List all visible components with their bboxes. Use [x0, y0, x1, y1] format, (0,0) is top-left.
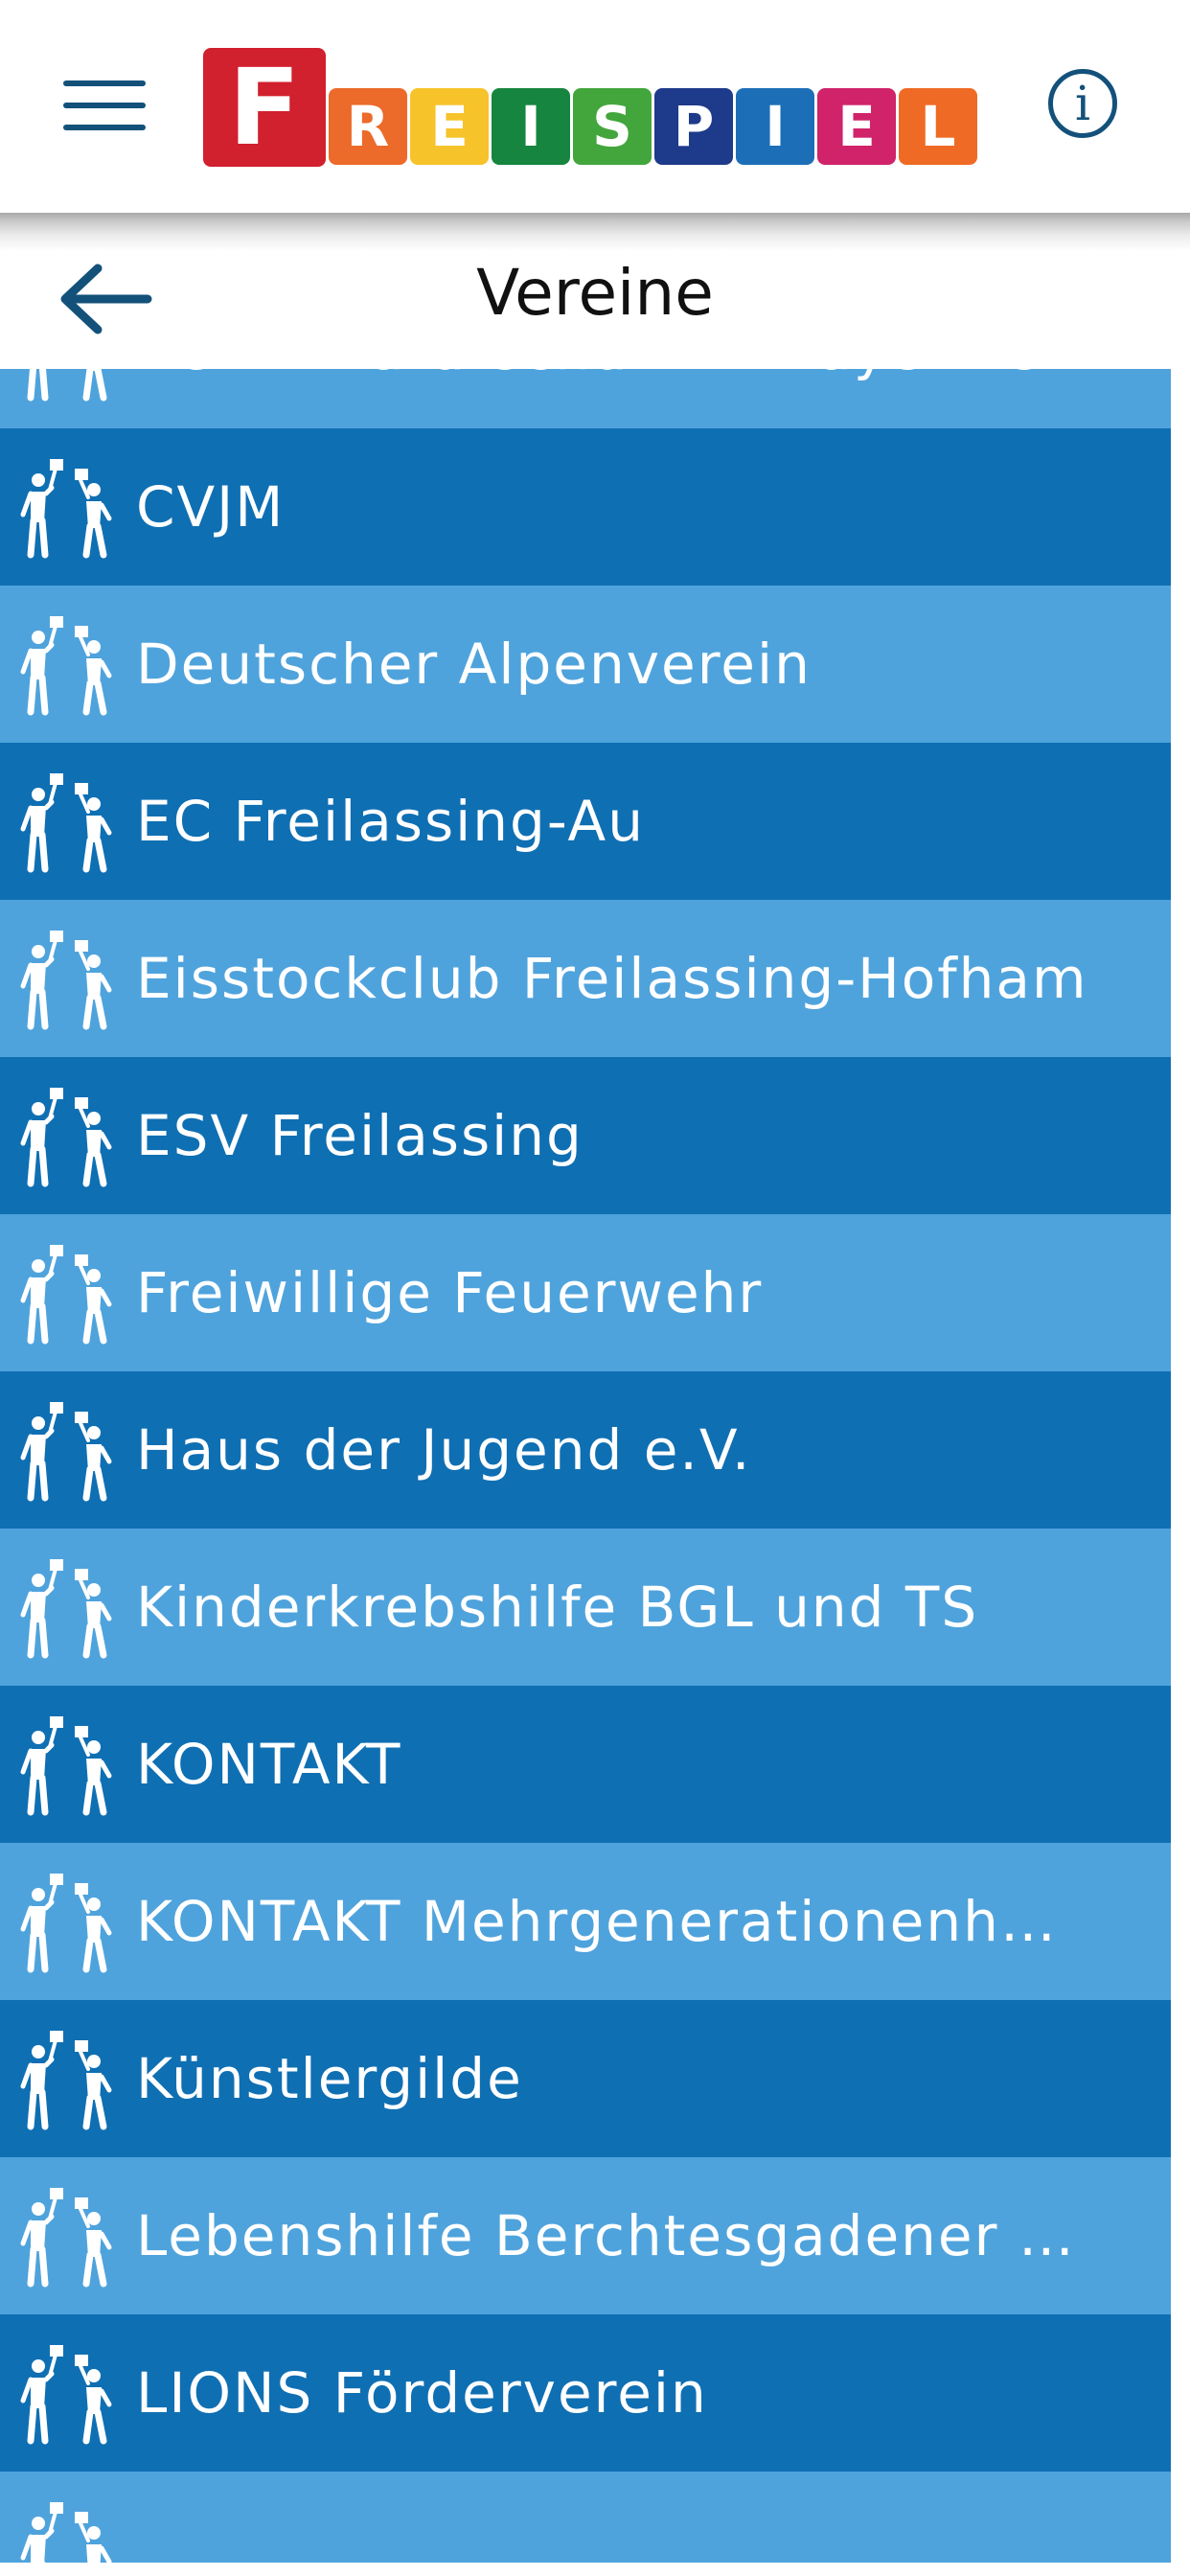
two-people-with-signs-icon	[15, 1398, 121, 1504]
logo-tile: R	[329, 88, 407, 165]
verein-name: Kinderkrebshilfe BGL und TS	[136, 1575, 979, 1640]
verein-list-item[interactable]: Haus der Jugend e.V.	[0, 1371, 1171, 1529]
two-people-with-signs-icon	[15, 927, 121, 1032]
verein-list-item[interactable]: Lebenshilfe Berchtesgadener …	[0, 2157, 1171, 2314]
two-people-with-signs-icon	[15, 770, 121, 875]
menu-bar-bottom	[63, 125, 146, 130]
verein-name: BUND Naturschutz in Bayern e.V.	[136, 369, 1152, 428]
verein-name: Deutscher Alpenverein	[136, 632, 812, 697]
two-people-with-signs-icon	[15, 369, 121, 403]
logo-tile: I	[492, 88, 570, 165]
menu-bar-middle	[63, 103, 146, 108]
verein-list-item[interactable]: Deutscher Alpenverein	[0, 586, 1171, 743]
two-people-with-signs-icon	[15, 2027, 121, 2132]
menu-bar-top	[63, 80, 146, 86]
verein-list-item[interactable]: LIONS Förderverein	[0, 2314, 1171, 2472]
header-shadow	[0, 213, 1190, 251]
logo-tile: E	[817, 88, 896, 165]
verein-name: Künstlergilde	[136, 2046, 523, 2111]
vereine-list: BUND Naturschutz in Bayern e.V. CVJM Deuts…	[0, 369, 1171, 2576]
logo-tile: S	[573, 88, 652, 165]
back-button[interactable]	[56, 259, 155, 339]
two-people-with-signs-icon	[15, 455, 121, 561]
info-button[interactable]: i	[1048, 69, 1117, 138]
verein-list-item[interactable]: Freiwillige Feuerwehr	[0, 1214, 1171, 1371]
verein-list-item[interactable]: Kinderkrebshilfe BGL und TS	[0, 1529, 1171, 1686]
verein-list-item[interactable]: Eisstockclub Freilassing-Hofham	[0, 900, 1171, 1057]
info-icon: i	[1075, 76, 1090, 131]
verein-name: ESV Freilassing	[136, 1103, 584, 1168]
verein-name: Freiwillige Feuerwehr	[136, 1260, 764, 1325]
page-title: Vereine	[476, 256, 714, 330]
two-people-with-signs-icon	[15, 2341, 121, 2447]
verein-name: KONTAKT Mehrgenerationenh…	[136, 1889, 1058, 1954]
verein-name: CVJM	[136, 474, 286, 540]
logo-tile-large: F	[203, 48, 326, 167]
verein-name: KONTAKT	[136, 1732, 402, 1797]
verein-list-item-partial[interactable]	[0, 2472, 1171, 2576]
verein-name: Eisstockclub Freilassing-Hofham	[136, 946, 1088, 1011]
verein-name: Lebenshilfe Berchtesgadener …	[136, 2203, 1076, 2268]
two-people-with-signs-icon	[15, 2184, 121, 2289]
verein-list-item[interactable]: KONTAKT	[0, 1686, 1171, 1843]
verein-name: EC Freilassing-Au	[136, 789, 645, 854]
app-header: FREISPIEL i	[0, 0, 1190, 215]
two-people-with-signs-icon	[15, 1555, 121, 1661]
logo-tile: I	[736, 88, 814, 165]
verein-list-item[interactable]: BUND Naturschutz in Bayern e.V.	[0, 369, 1171, 428]
logo-tile: P	[654, 88, 733, 165]
verein-list-item[interactable]: EC Freilassing-Au	[0, 743, 1171, 900]
verein-name: LIONS Förderverein	[136, 2360, 708, 2426]
two-people-with-signs-icon	[15, 1241, 121, 1346]
verein-list-item[interactable]: KONTAKT Mehrgenerationenh…	[0, 1843, 1171, 2000]
list-bottom-edge	[0, 2563, 1190, 2576]
vereine-list-items: BUND Naturschutz in Bayern e.V. CVJM Deuts…	[0, 369, 1171, 2576]
two-people-with-signs-icon	[15, 612, 121, 718]
back-arrow-icon	[60, 264, 152, 334]
verein-list-item[interactable]: ESV Freilassing	[0, 1057, 1171, 1214]
verein-name: Haus der Jugend e.V.	[136, 1417, 752, 1483]
verein-list-item[interactable]: CVJM	[0, 428, 1171, 586]
list-right-margin	[1171, 369, 1190, 2576]
logo-tile: L	[899, 88, 977, 165]
logo-tile: E	[410, 88, 489, 165]
verein-list-item[interactable]: Künstlergilde	[0, 2000, 1171, 2157]
freispiel-logo: FREISPIEL	[203, 48, 987, 167]
two-people-with-signs-icon	[15, 1084, 121, 1189]
two-people-with-signs-icon	[15, 1713, 121, 1818]
two-people-with-signs-icon	[15, 1870, 121, 1975]
menu-button[interactable]	[57, 77, 153, 138]
